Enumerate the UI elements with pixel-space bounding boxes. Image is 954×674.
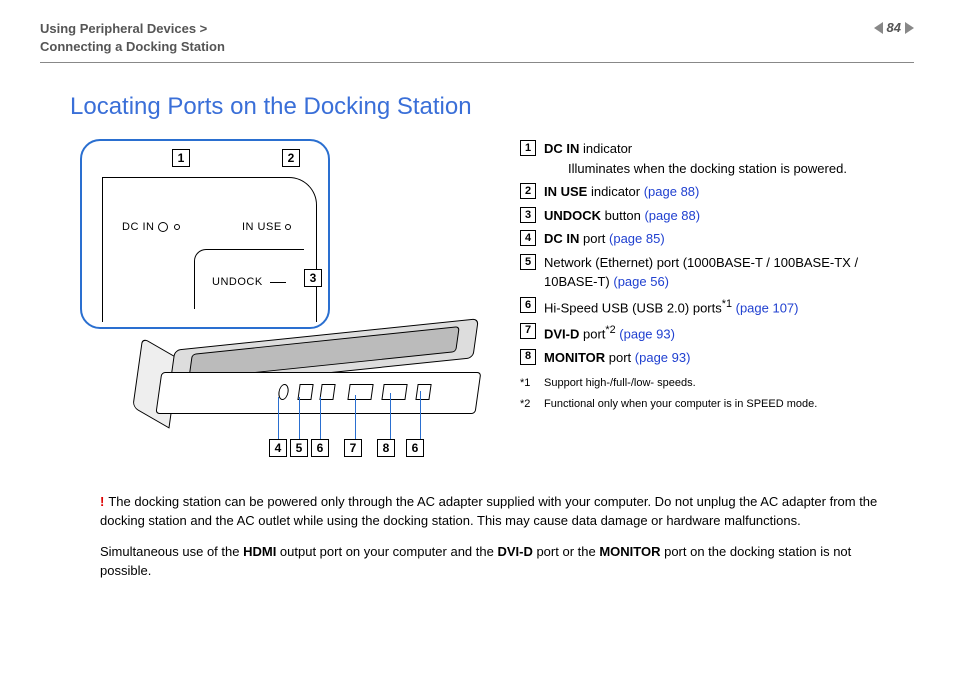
warning-icon: ! <box>100 494 104 509</box>
list-item: 8 MONITOR port (page 93) <box>520 348 914 368</box>
list-item: 2 IN USE indicator (page 88) <box>520 182 914 202</box>
page-number: 84 <box>887 20 901 35</box>
prev-page-icon[interactable] <box>874 22 883 34</box>
diagram: 1 2 DC IN IN USE UNDOCK 3 <box>70 139 490 469</box>
undock-label: UNDOCK <box>212 276 286 288</box>
callout-num-7: 7 <box>344 439 362 457</box>
callout-frame: 1 2 DC IN IN USE UNDOCK 3 <box>80 139 330 329</box>
page-ref-link[interactable]: (page 93) <box>635 350 691 365</box>
page-ref-link[interactable]: (page 56) <box>613 274 669 289</box>
list-item: 3 UNDOCK button (page 88) <box>520 206 914 226</box>
page-nav: 84 <box>874 20 914 35</box>
list-item: 4 DC IN port (page 85) <box>520 229 914 249</box>
breadcrumb-line1: Using Peripheral Devices > <box>40 20 225 38</box>
callout-num-2: 2 <box>282 149 300 167</box>
note-text: Simultaneous use of the HDMI output port… <box>100 543 884 581</box>
dc-in-label: DC IN <box>122 221 180 233</box>
page-ref-link[interactable]: (page 93) <box>619 326 675 341</box>
footnotes: *1Support high-/full-/low- speeds. *2Fun… <box>520 375 914 412</box>
page-ref-link[interactable]: (page 88) <box>644 184 700 199</box>
list-item: 5 Network (Ethernet) port (1000BASE-T / … <box>520 253 914 292</box>
callout-num-4: 4 <box>269 439 287 457</box>
callout-num-6b: 6 <box>406 439 424 457</box>
port-list: 1 DC IN indicatorIlluminates when the do… <box>520 139 914 469</box>
page-ref-link[interactable]: (page 88) <box>644 208 700 223</box>
next-page-icon[interactable] <box>905 22 914 34</box>
callout-num-5: 5 <box>290 439 308 457</box>
callout-num-6a: 6 <box>311 439 329 457</box>
page-ref-link[interactable]: (page 85) <box>609 231 665 246</box>
callout-num-3: 3 <box>304 269 322 287</box>
breadcrumb[interactable]: Using Peripheral Devices > Connecting a … <box>40 20 225 56</box>
page-header: Using Peripheral Devices > Connecting a … <box>40 20 914 63</box>
page-title: Locating Ports on the Docking Station <box>70 93 914 121</box>
warning-text: The docking station can be powered only … <box>100 494 877 528</box>
page-ref-link[interactable]: (page 107) <box>736 300 799 315</box>
in-use-label: IN USE <box>242 221 291 233</box>
callout-num-1: 1 <box>172 149 190 167</box>
callout-num-8: 8 <box>377 439 395 457</box>
notes-section: !The docking station can be powered only… <box>100 493 884 580</box>
list-item: 6 Hi-Speed USB (USB 2.0) ports*1 (page 1… <box>520 296 914 318</box>
list-item: 1 DC IN indicatorIlluminates when the do… <box>520 139 914 178</box>
breadcrumb-line2: Connecting a Docking Station <box>40 38 225 56</box>
list-item: 7 DVI-D port*2 (page 93) <box>520 322 914 344</box>
